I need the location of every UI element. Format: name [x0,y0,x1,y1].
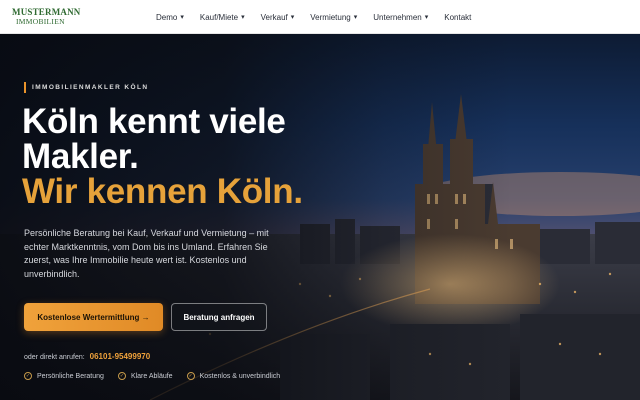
nav-item-unternehmen[interactable]: Unternehmen ▾ [373,13,428,22]
hero-headline: Köln kennt viele Makler. Wir kennen Köln… [22,104,303,209]
nav-item-kauf-miete[interactable]: Kauf/Miete ▾ [200,13,245,22]
nav-item-verkauf[interactable]: Verkauf ▾ [261,13,295,22]
call-line: oder direkt anrufen: 06101-95499970 [24,352,150,361]
headline-line-3: Wir kennen Köln. [22,172,303,211]
hero-eyebrow: IMMOBILIENMAKLER KÖLN [24,82,148,93]
check-circle-icon: ✓ [24,372,32,380]
feature-label: Klare Abläufe [130,372,173,380]
nav-item-demo[interactable]: Demo ▾ [156,13,184,22]
feature-item: ✓ Persönliche Beratung [24,372,104,380]
nav-item-label: Kontakt [444,12,472,22]
top-navigation: Mustermann Immobilien Demo ▾ Kauf/Miete … [0,0,640,34]
chevron-down-icon: ▾ [180,14,184,21]
chevron-down-icon: ▾ [290,14,295,21]
phone-link[interactable]: 06101-95499970 [90,352,151,361]
chevron-down-icon: ▾ [241,14,245,21]
check-circle-icon: ✓ [186,372,195,380]
nav-item-label: Vermietung [310,12,351,22]
nav-item-vermietung[interactable]: Vermietung ▾ [310,13,357,22]
feature-list: ✓ Persönliche Beratung ✓ Klare Abläufe ✓… [24,372,294,380]
feature-label: Persönliche Beratung [37,372,104,380]
valuation-button[interactable]: Kostenlose Wertermittlung → [24,303,163,331]
nav-item-label: Verkauf [260,12,288,22]
accent-bar [24,82,26,93]
feature-item: ✓ Klare Abläufe [117,372,173,380]
nav-item-label: Unternehmen [373,12,422,22]
check-circle-icon: ✓ [117,372,126,380]
headline-line-2: Makler. [22,137,139,176]
nav-item-kontakt[interactable]: Kontakt [444,13,471,22]
nav-item-label: Kauf/Miete [199,12,239,22]
brand-logo[interactable]: Mustermann Immobilien [12,7,81,27]
hero-section: IMMOBILIENMAKLER KÖLN Köln kennt viele M… [0,34,640,400]
chevron-down-icon: ▾ [353,14,358,21]
consultation-button[interactable]: Beratung anfragen [171,303,267,331]
nav-item-label: Demo [156,12,178,22]
eyebrow-text: IMMOBILIENMAKLER KÖLN [32,84,149,91]
chevron-down-icon: ▾ [424,14,429,21]
call-label: oder direkt anrufen: [24,354,85,361]
headline-line-1: Köln kennt viele [22,102,286,141]
brand-name-line1: Mustermann [12,7,81,17]
feature-item: ✓ Kostenlos & unverbindlich [186,372,281,380]
feature-label: Kostenlos & unverbindlich [199,372,281,380]
main-menu: Demo ▾ Kauf/Miete ▾ Verkauf ▾ Vermietung… [156,0,487,34]
hero-lead-text: Persönliche Beratung bei Kauf, Verkauf u… [24,228,269,279]
brand-name-line2: Immobilien [16,17,65,26]
